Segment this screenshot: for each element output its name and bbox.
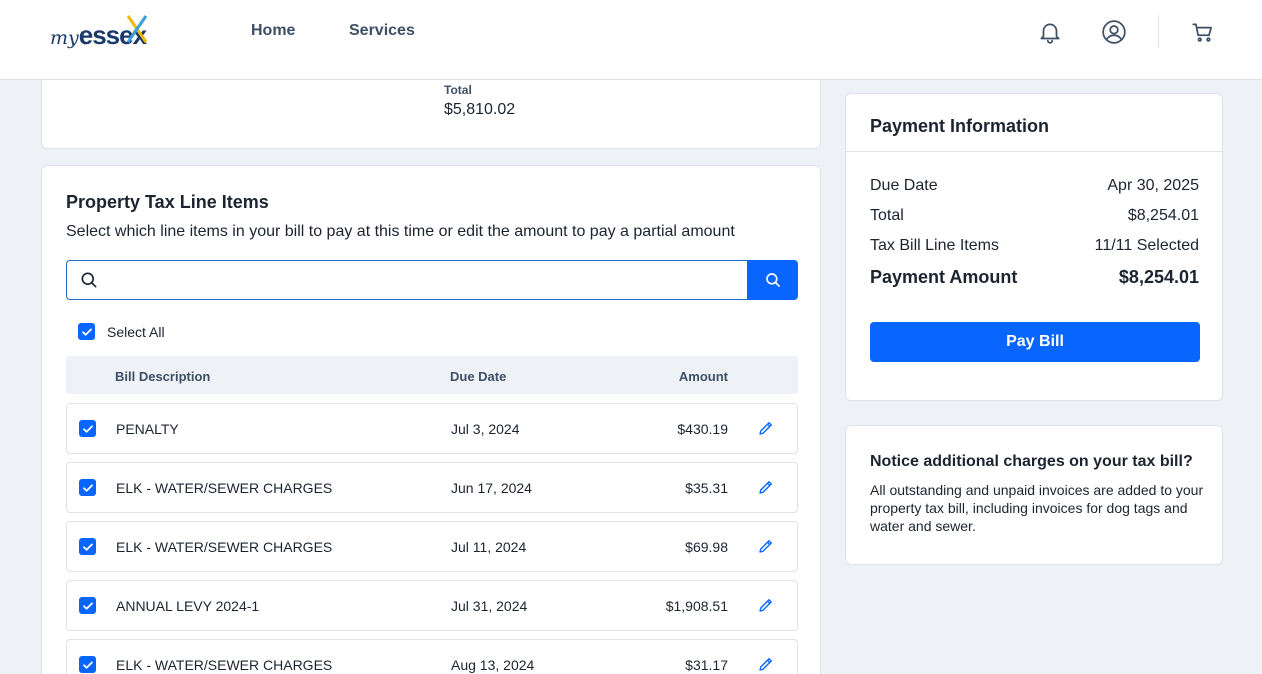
row-description: ELK - WATER/SEWER CHARGES [116,539,333,555]
payment-amount-label: Payment Amount [870,267,1018,287]
top-header: my essex Home Services [0,0,1262,80]
row-checkbox[interactable] [79,597,96,614]
table-header: Bill Description Due Date Amount [66,356,798,394]
line-items-title: Property Tax Line Items [66,192,269,212]
column-header-description: Bill Description [115,369,211,384]
pencil-icon [759,422,772,435]
cart-icon [1192,23,1212,42]
edit-amount-button[interactable] [757,478,775,499]
select-all-checkbox[interactable]: Select All [78,323,165,340]
pencil-icon [759,599,772,612]
table-row: ELK - WATER/SEWER CHARGES Jul 11, 2024 $69… [66,521,798,572]
logo-my-text: my [50,27,79,49]
account-button[interactable] [1100,18,1128,46]
pencil-icon [759,540,772,553]
line-items-count-label: Tax Bill Line Items [870,237,999,254]
checkmark-icon [82,661,93,669]
edit-amount-button[interactable] [757,419,775,440]
table-row: PENALTY Jul 3, 2024 $430.19 [66,403,798,454]
row-amount: $1,908.51 [665,598,728,614]
row-due-date: Jul 11, 2024 [451,539,527,555]
row-checkbox[interactable] [79,420,96,437]
payment-total-label: Total [870,207,904,224]
row-description: ANNUAL LEVY 2024-1 [116,598,260,614]
row-description: ELK - WATER/SEWER CHARGES [116,657,333,673]
search-icon [765,273,780,287]
payment-title: Payment Information [870,116,1050,136]
row-due-date: Jul 31, 2024 [451,598,528,614]
row-description: PENALTY [116,421,179,437]
row-amount: $31.17 [685,657,728,673]
table-row: ELK - WATER/SEWER CHARGES Aug 13, 2024 $31… [66,639,798,674]
notice-title: Notice additional charges on your tax bi… [870,453,1193,470]
notifications-button[interactable] [1036,18,1064,46]
due-date-value: Apr 30, 2025 [1107,177,1199,194]
row-amount: $35.31 [685,480,728,496]
checkmark-icon [82,602,93,610]
checkbox-checked-icon [78,323,95,340]
payment-information-card: Payment Information Due Date Apr 30, 202… [845,93,1223,401]
table-row: ELK - WATER/SEWER CHARGES Jun 17, 2024 $35… [66,462,798,513]
line-items-count-value: 11/11 Selected [1094,237,1199,254]
bell-icon [1040,23,1060,44]
payment-amount-value: $8,254.01 [1118,267,1199,287]
pencil-icon [759,481,772,494]
row-amount: $430.19 [677,421,728,437]
payment-due-date-row: Due Date Apr 30, 2025 [870,177,1199,195]
payment-line-items-row: Tax Bill Line Items 11/11 Selected [870,237,1199,255]
checkmark-icon [82,484,93,492]
row-checkbox[interactable] [79,656,96,673]
checkmark-icon [82,425,93,433]
search-input[interactable] [107,267,737,293]
row-due-date: Aug 13, 2024 [451,657,535,673]
total-label: Total [444,83,472,97]
column-header-due-date: Due Date [450,369,507,384]
notice-card: Notice additional charges on your tax bi… [845,425,1223,565]
checkmark-icon [82,543,93,551]
payment-total-value: $8,254.01 [1127,207,1199,224]
edit-amount-button[interactable] [757,655,775,674]
edit-amount-button[interactable] [757,596,775,617]
search-icon [81,272,97,288]
payment-total-row: Total $8,254.01 [870,207,1199,225]
pay-bill-button[interactable]: Pay Bill [870,322,1200,362]
search-box [66,260,748,300]
cart-button[interactable] [1189,18,1217,46]
row-amount: $69.98 [685,539,728,555]
myessex-logo[interactable]: my essex [50,14,148,50]
edit-amount-button[interactable] [757,537,775,558]
search-button[interactable] [747,260,798,300]
row-checkbox[interactable] [79,479,96,496]
row-due-date: Jul 3, 2024 [451,421,520,437]
due-date-label: Due Date [870,177,938,194]
logo-swoosh-icon [126,15,148,43]
select-all-label: Select All [107,323,165,340]
row-checkbox[interactable] [79,538,96,555]
table-row: ANNUAL LEVY 2024-1 Jul 31, 2024 $1,908.51 [66,580,798,631]
payment-amount-row: Payment Amount $8,254.01 [870,267,1199,288]
user-icon [1102,20,1126,44]
row-due-date: Jun 17, 2024 [451,480,532,496]
notice-text: All outstanding and unpaid invoices are … [870,482,1204,534]
total-value: $5,810.02 [444,101,516,118]
payment-divider [846,151,1222,152]
column-header-amount: Amount [678,369,728,384]
nav-services[interactable]: Services [349,22,415,40]
line-items-subtitle: Select which line items in your bill to … [66,223,735,240]
nav-home[interactable]: Home [251,22,295,40]
line-items-card: Property Tax Line Items Select which lin… [41,165,821,674]
pencil-icon [759,658,772,671]
row-description: ELK - WATER/SEWER CHARGES [116,480,333,496]
header-divider [1158,15,1159,47]
